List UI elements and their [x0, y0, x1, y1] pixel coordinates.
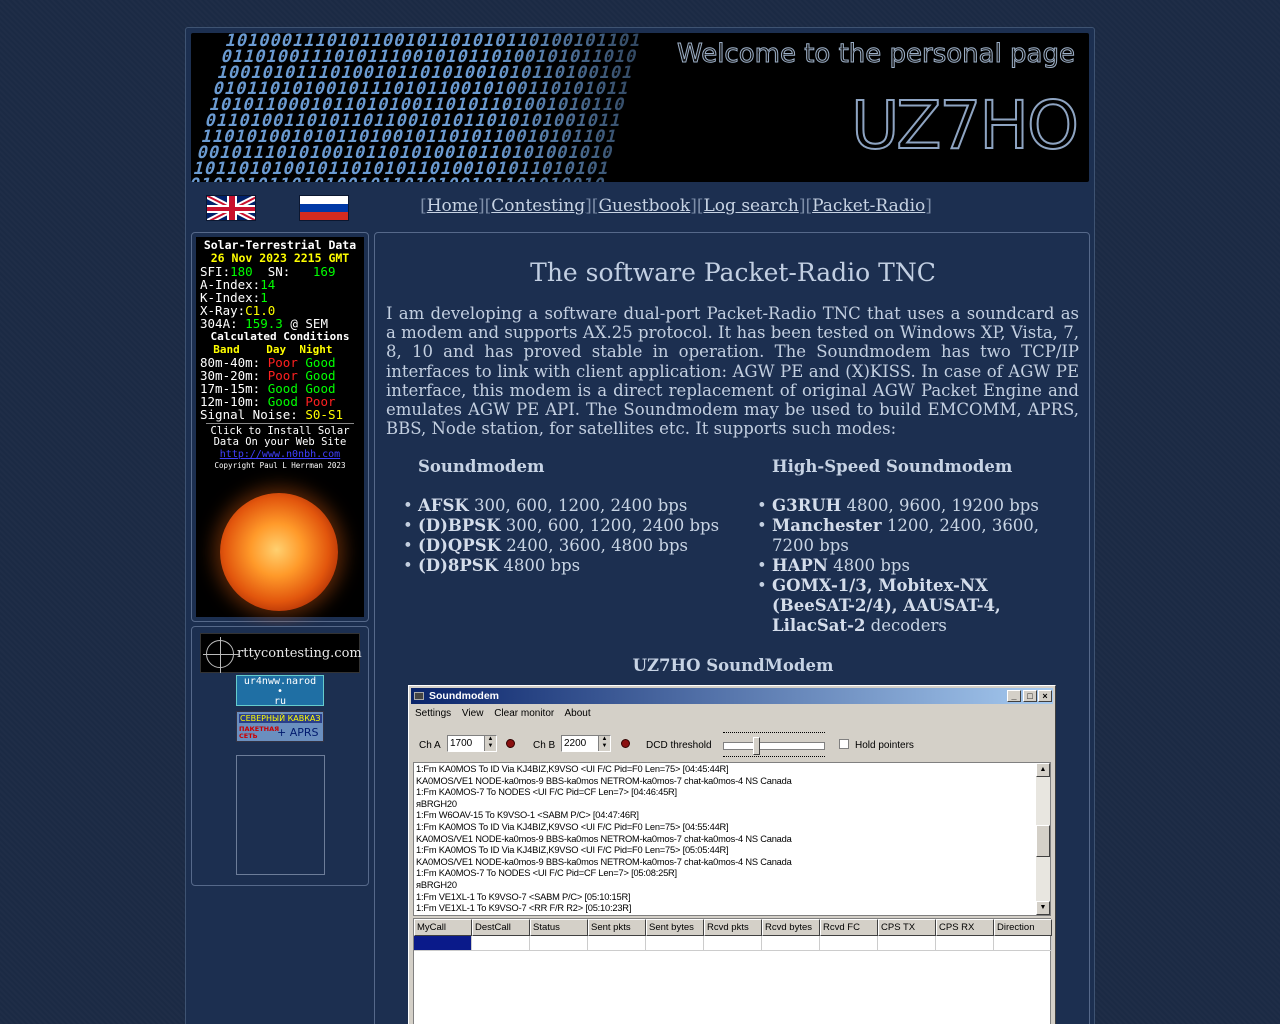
cha-led-icon	[506, 739, 515, 748]
log-line: 1:Fm W6OAV-15 To K9VSO-1 <SABM P/C> [04:…	[416, 810, 639, 821]
nav-guestbook[interactable]: Guestbook	[598, 196, 690, 216]
intro-text: I am developing a software dual-port Pac…	[386, 304, 1079, 439]
log-line: 1:Fm KA0MOS-7 To NODES <UI F/C Pid=CF Le…	[416, 787, 677, 798]
log-line: 1:Fm VE1XL-1 To K9VSO-7 <SABM P/C> [05:1…	[416, 891, 631, 902]
log-line: 1:Fm KA0MOS To ID Via KJ4BIZ,K9VSO <UI F…	[416, 821, 729, 832]
log-line: 1:Fm KA0MOS-7 To NODES <UI F/C Pid=CF Le…	[416, 868, 677, 879]
solar-widget[interactable]: Solar-Terrestrial Data 26 Nov 2023 2215 …	[196, 237, 364, 617]
window-toolbar: Ch A 1700 ▲ ▼ Ch B 2200 ▲ ▼ DCD threshold Ho…	[409, 730, 1055, 757]
list-item: AFSK 300, 600, 1200, 2400 bps	[403, 496, 758, 516]
soundmodem-heading: Soundmodem	[418, 457, 545, 476]
main-nav: [Home][Contesting][Guestbook][Log search…	[420, 196, 932, 216]
menu-clear-monitor: Clear monitor	[494, 708, 555, 719]
log-line: KA0MOS/VE1 NODE-ka0mos-9 BBS-ka0mos NETR…	[416, 833, 792, 844]
solar-panel: Solar-Terrestrial Data 26 Nov 2023 2215 …	[191, 232, 369, 622]
nav-contesting[interactable]: Contesting	[491, 196, 585, 216]
list-item: Manchester 1200, 2400, 3600, 7200 bps	[757, 516, 1042, 556]
nav-packet-radio[interactable]: Packet-Radio	[812, 196, 925, 216]
menu-view: View	[461, 708, 484, 719]
soundmodem-window-screenshot: Soundmodem _ □ × Settings View Clear mon…	[408, 685, 1056, 1024]
log-line: KA0MOS/VE1 NODE-ka0mos-9 BBS-ka0mos NETR…	[416, 856, 792, 867]
russia-flag-icon[interactable]	[299, 195, 349, 221]
menu-settings: Settings	[415, 708, 452, 719]
globe-icon	[203, 637, 239, 673]
chb-led-icon	[621, 739, 630, 748]
links-panel: rttycontesting.com ur4nww.narod • ru СЕВ…	[191, 626, 369, 886]
list-item: HAPN 4800 bps	[757, 556, 1042, 576]
list-item: G3RUH 4800, 9600, 19200 bps	[757, 496, 1042, 516]
header-banner: 1010001110101100101101010110100101101 01…	[191, 33, 1089, 182]
log-line: яBRGH20	[416, 798, 457, 809]
uk-flag-icon[interactable]	[206, 195, 256, 221]
menu-about: About	[564, 708, 591, 719]
cha-spinner: 1700 ▲ ▼	[447, 735, 497, 752]
log-line: KA0MOS/VE1 NODE-ka0mos-9 BBS-ka0mos NETR…	[416, 775, 792, 786]
rttycontesting-banner[interactable]: rttycontesting.com	[200, 633, 362, 673]
counter-placeholder	[236, 755, 325, 875]
log-line: яBRGH20	[416, 879, 457, 890]
list-item: GOMX-1/3, Mobitex-NX (BeeSAT-2/4), AAUSA…	[757, 576, 1042, 636]
highspeed-heading: High-Speed Soundmodem	[772, 457, 1013, 476]
monitor-log: 1:Fm KA0MOS To ID Via KJ4BIZ,K9VSO <UI F…	[413, 762, 1051, 916]
dcd-slider	[721, 732, 827, 757]
chb-spinner: 2200 ▲ ▼	[561, 735, 611, 752]
hold-pointers-checkbox	[839, 739, 849, 749]
scroll-up-icon: ▲	[1036, 763, 1050, 777]
content-panel: The software Packet-Radio TNC I am devel…	[374, 232, 1090, 1024]
log-line: 1:Fm VE1XL-1 To K9VSO-7 <RR F/R R2> [05:…	[416, 903, 632, 914]
list-item: (D)QPSK 2400, 3600, 4800 bps	[403, 536, 758, 556]
welcome-text: Welcome to the personal page	[677, 39, 1076, 70]
callsign-logo: UZ7HO	[850, 86, 1080, 165]
app-icon	[414, 692, 424, 700]
log-line: 1:Fm KA0MOS To ID Via KJ4BIZ,K9VSO <UI F…	[416, 764, 729, 774]
sun-image	[220, 493, 338, 611]
table-header: MyCall DestCall Status Sent pkts Sent bytes…	[414, 919, 1052, 936]
nav-home[interactable]: Home	[427, 196, 478, 216]
conditions-title: Calculated Conditions	[210, 330, 350, 343]
nav-log-search[interactable]: Log search	[704, 196, 799, 216]
soundmodem-modes: Soundmodem AFSK 300, 600, 1200, 2400 bps…	[403, 457, 758, 576]
kavkaz-aprs-banner[interactable]: СЕВЕРНЫЙ КАВКАЗ ПАКЕТНАЯ СЕТЬ + APRS	[236, 711, 324, 742]
connections-table: MyCall DestCall Status Sent pkts Sent bytes…	[413, 918, 1052, 1024]
ur4nww-banner[interactable]: ur4nww.narod • ru	[236, 675, 324, 707]
log-line: 1:Fm KA0MOS To ID Via KJ4BIZ,K9VSO <UI F…	[416, 845, 729, 856]
table-row	[414, 936, 1052, 951]
screenshot-caption: UZ7HO SoundModem	[632, 656, 834, 675]
window-titlebar: Soundmodem _ □ ×	[411, 688, 1053, 704]
page-container: 1010001110101100101101010110100101101 01…	[185, 27, 1095, 1024]
highspeed-modes: High-Speed Soundmodem G3RUH 4800, 9600, …	[757, 457, 1042, 636]
page-title: The software Packet-Radio TNC	[530, 258, 936, 287]
close-icon: ×	[1038, 690, 1052, 702]
list-item: (D)8PSK 4800 bps	[403, 556, 758, 576]
minimize-icon: _	[1007, 690, 1021, 702]
monitor-scrollbar: ▲ ▼	[1036, 763, 1050, 915]
window-menubar: Settings View Clear monitor About	[415, 708, 599, 719]
list-item: (D)BPSK 300, 600, 1200, 2400 bps	[403, 516, 758, 536]
scroll-down-icon: ▼	[1036, 901, 1050, 915]
maximize-icon: □	[1023, 690, 1037, 702]
n0nbh-link[interactable]: http://www.n0nbh.com	[200, 448, 360, 461]
